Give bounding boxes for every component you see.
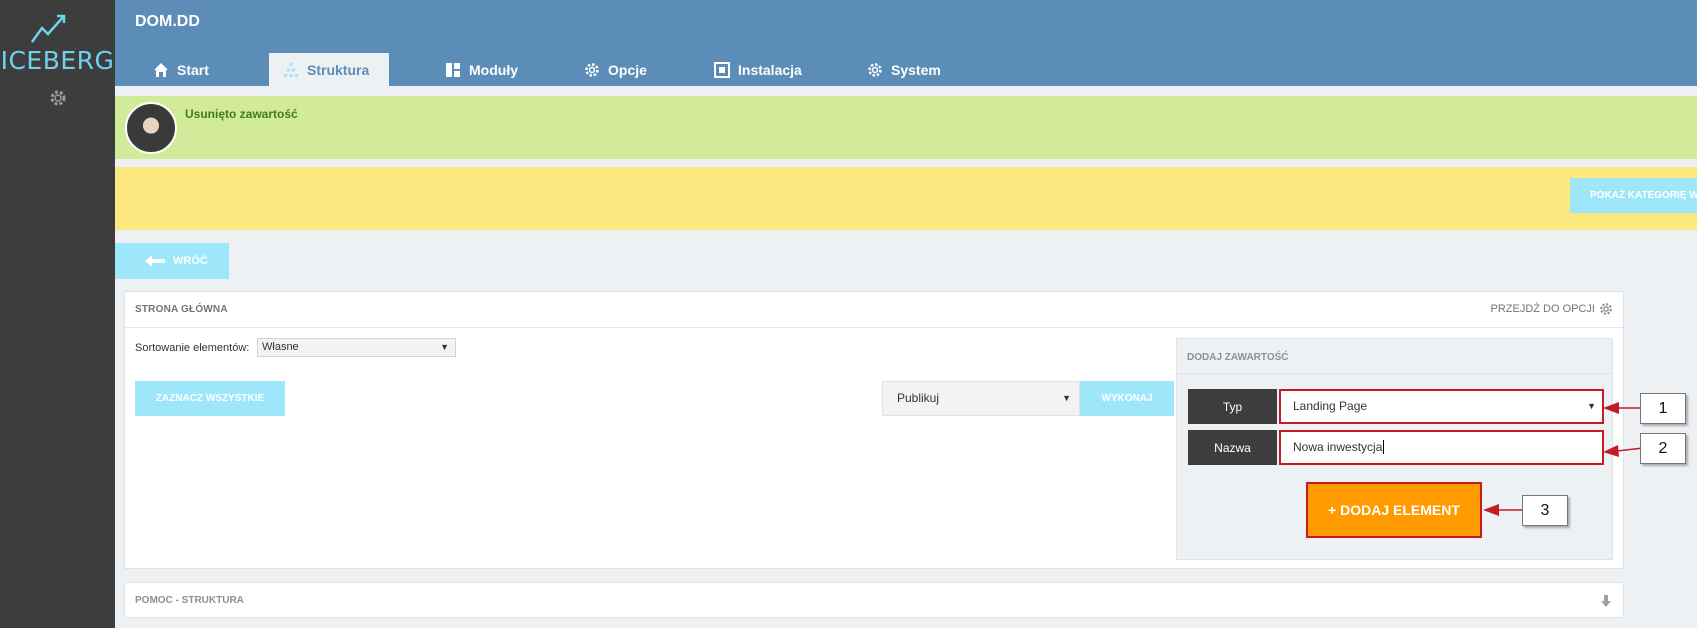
arrow-head xyxy=(1603,445,1619,457)
callout-2: 2 xyxy=(1640,433,1686,464)
arrow-head xyxy=(1483,504,1499,516)
annotation-arrows xyxy=(1483,402,1644,516)
arrow-head xyxy=(1603,402,1619,414)
callout-3: 3 xyxy=(1522,495,1568,526)
callout-1: 1 xyxy=(1640,393,1686,424)
